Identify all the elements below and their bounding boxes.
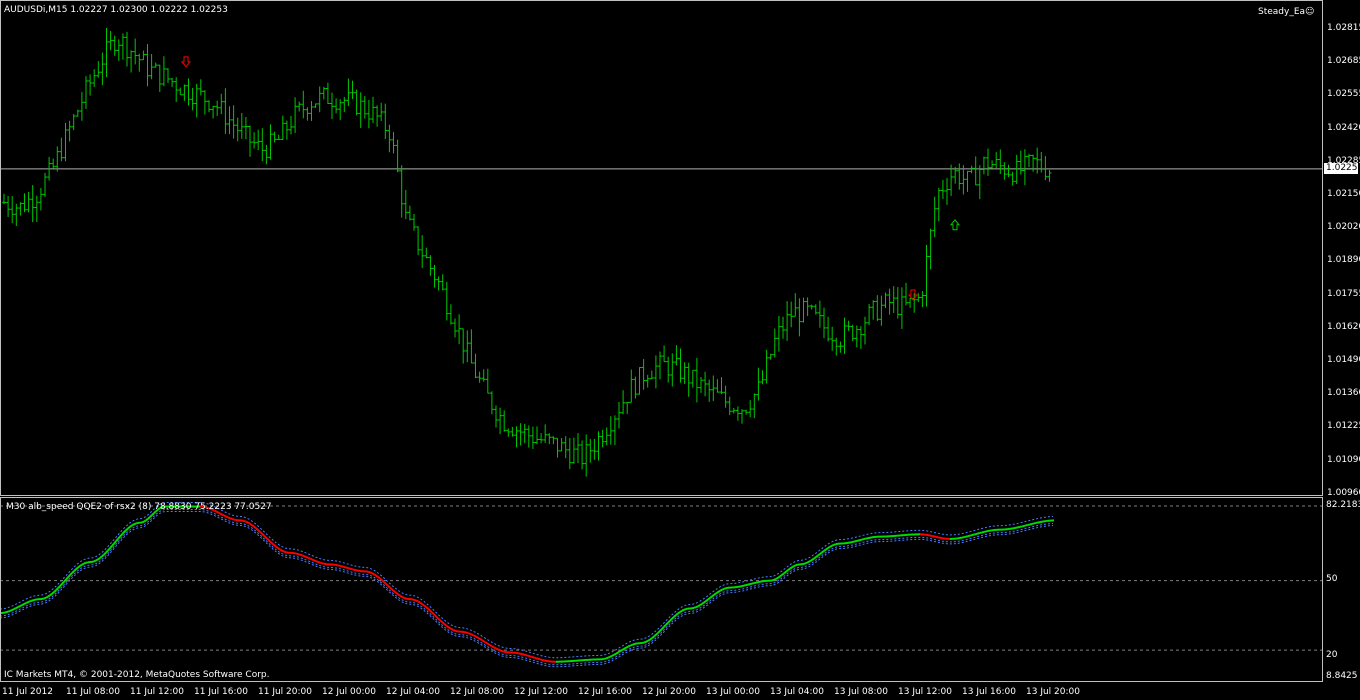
current-price-label: 1.02253 bbox=[1324, 163, 1360, 174]
time-tick: 12 Jul 04:00 bbox=[386, 687, 440, 697]
time-tick: 13 Jul 00:00 bbox=[706, 687, 760, 697]
time-tick: 13 Jul 16:00 bbox=[962, 687, 1016, 697]
price-tick: 1.02815 bbox=[1327, 23, 1360, 33]
time-tick: 11 Jul 2012 bbox=[2, 687, 53, 697]
price-tick: 1.01755 bbox=[1327, 288, 1360, 299]
indicator-level-50: 50 bbox=[1326, 574, 1338, 584]
indicator-title: M30 alb_speed QQE2 of rsx2 (8) 78.8830 7… bbox=[6, 502, 272, 512]
time-tick: 13 Jul 08:00 bbox=[834, 687, 888, 697]
price-tick: 1.02555 bbox=[1327, 89, 1360, 100]
time-tick: 11 Jul 08:00 bbox=[66, 687, 120, 697]
price-tick: 1.02420 bbox=[1327, 122, 1360, 133]
time-tick: 11 Jul 16:00 bbox=[194, 687, 248, 697]
time-tick: 13 Jul 04:00 bbox=[770, 687, 824, 697]
price-tick: 1.01890 bbox=[1327, 255, 1360, 266]
indicator-scale-bottom: 8.8425 bbox=[1326, 671, 1358, 681]
price-tick: 1.01090 bbox=[1327, 454, 1360, 465]
indicator-panel[interactable] bbox=[0, 497, 1323, 682]
indicator-scale-top: 82.2183 bbox=[1326, 500, 1360, 510]
time-tick: 12 Jul 00:00 bbox=[322, 687, 376, 697]
ea-label: Steady_Ea☺ bbox=[1258, 7, 1315, 17]
time-tick: 12 Jul 12:00 bbox=[514, 687, 568, 697]
copyright-text: IC Markets MT4, © 2001-2012, MetaQuotes … bbox=[4, 670, 270, 680]
price-tick: 1.00960 bbox=[1327, 487, 1360, 498]
smiley-icon: ☺ bbox=[1305, 7, 1315, 17]
time-tick: 12 Jul 08:00 bbox=[450, 687, 504, 697]
time-tick: 11 Jul 12:00 bbox=[130, 687, 184, 697]
symbol-info: AUDUSDi,M15 1.02227 1.02300 1.02222 1.02… bbox=[4, 5, 228, 15]
time-tick: 12 Jul 20:00 bbox=[642, 687, 696, 697]
price-tick: 1.02150 bbox=[1327, 189, 1360, 199]
time-tick: 13 Jul 20:00 bbox=[1026, 687, 1080, 697]
price-tick: 1.01225 bbox=[1327, 421, 1360, 432]
time-tick: 13 Jul 12:00 bbox=[898, 687, 952, 697]
time-tick: 12 Jul 16:00 bbox=[578, 687, 632, 697]
price-tick: 1.01620 bbox=[1327, 321, 1360, 332]
price-tick: 1.01490 bbox=[1327, 355, 1360, 365]
time-tick: 11 Jul 20:00 bbox=[258, 687, 312, 697]
price-tick: 1.01360 bbox=[1327, 388, 1360, 399]
indicator-level-20: 20 bbox=[1326, 650, 1338, 660]
main-chart-panel[interactable] bbox=[0, 0, 1323, 496]
price-tick: 1.02685 bbox=[1327, 56, 1360, 67]
price-tick: 1.02020 bbox=[1327, 222, 1360, 233]
